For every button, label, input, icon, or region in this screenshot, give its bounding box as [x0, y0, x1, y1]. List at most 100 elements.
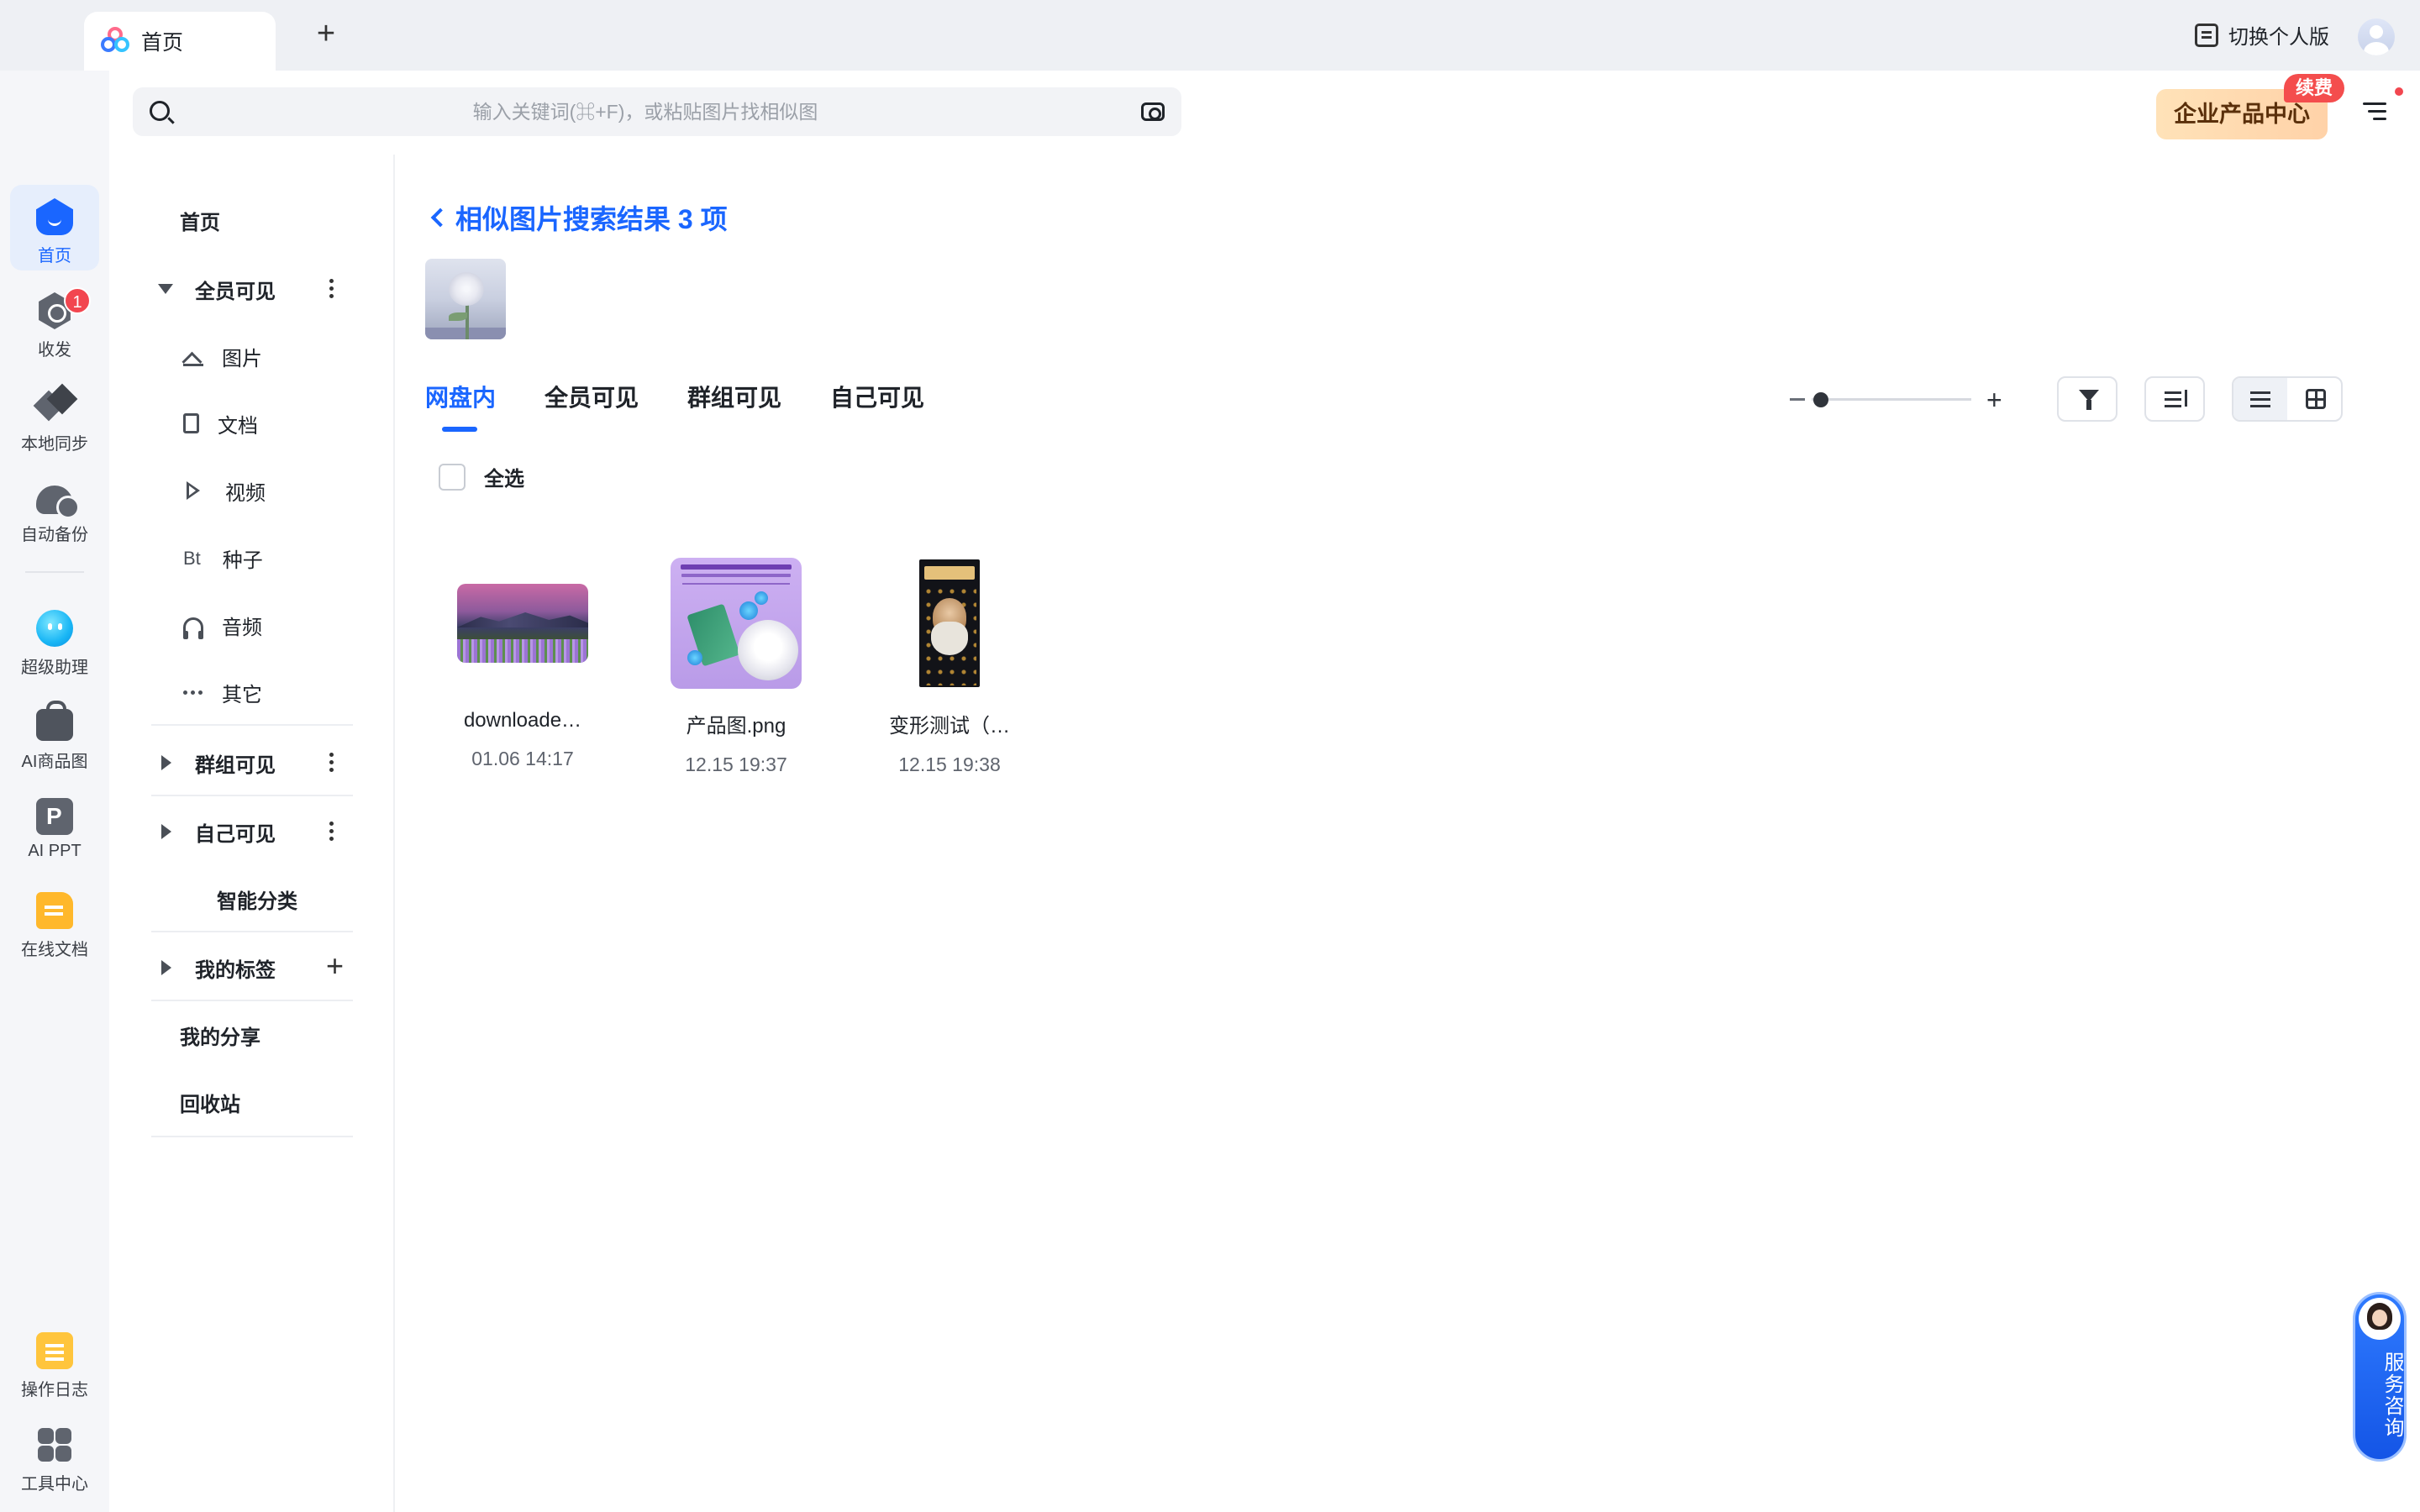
tab-in-drive[interactable]: 网盘内 — [425, 380, 496, 432]
filter-icon — [2079, 390, 2099, 410]
search-icon[interactable] — [150, 101, 170, 121]
assistant-icon — [36, 610, 73, 647]
sort-icon — [2165, 390, 2187, 407]
file-card[interactable]: downloade… 01.06 14:17 — [430, 556, 615, 770]
user-avatar[interactable] — [2358, 18, 2395, 55]
rail-item-ai-product[interactable]: AI商品图 — [10, 690, 99, 776]
audio-icon — [183, 617, 203, 639]
caret-right-icon[interactable] — [161, 960, 171, 975]
tree-item-smart-category[interactable]: 智能分类 — [217, 882, 297, 916]
filter-button[interactable] — [2057, 376, 2118, 422]
tree-divider — [151, 724, 353, 726]
tree-item-label: 音频 — [222, 616, 262, 639]
renew-badge[interactable]: 续费 — [2284, 74, 2344, 102]
rail-label: AI PPT — [28, 842, 82, 860]
rail-item-home[interactable]: 首页 — [10, 185, 99, 270]
product-image-thumbnail — [671, 558, 802, 689]
tree-item-group-visible[interactable]: 群组可见 — [151, 746, 276, 780]
file-card[interactable]: 变形测试（… 12.15 19:38 — [857, 556, 1042, 776]
caret-right-icon[interactable] — [161, 755, 171, 770]
file-card[interactable]: 产品图.png 12.15 19:37 — [644, 556, 829, 776]
backup-icon — [36, 486, 80, 519]
service-consult-button[interactable]: 服务咨询 — [2353, 1292, 2407, 1462]
tree-item-recycle-bin[interactable]: 回收站 — [180, 1085, 240, 1119]
rail-item-transfer[interactable]: 1 收发 — [10, 279, 99, 365]
tab-all-visible[interactable]: 全员可见 — [544, 380, 639, 432]
rail-item-ai-ppt[interactable]: AI PPT — [10, 785, 99, 870]
file-thumbnail[interactable] — [430, 556, 615, 690]
zoom-out-icon[interactable] — [1790, 398, 1805, 401]
switch-icon — [2195, 23, 2218, 47]
landscape-image-thumbnail — [457, 584, 588, 663]
tree-item-label: 种子 — [222, 549, 263, 572]
tree-item-label: 视频 — [225, 481, 266, 505]
result-header[interactable]: 相似图片搜索结果 3 项 — [427, 198, 728, 237]
rail-label: 自动备份 — [21, 526, 88, 544]
rail-item-operation-log[interactable]: 操作日志 — [10, 1319, 99, 1404]
rail-item-auto-backup[interactable]: 自动备份 — [10, 467, 99, 553]
zoom-slider[interactable] — [1812, 398, 1971, 401]
query-image-thumbnail[interactable] — [425, 259, 506, 339]
tree-item-all-visible[interactable]: 全员可见 — [151, 272, 276, 306]
chevron-left-icon[interactable] — [430, 207, 450, 228]
page-title: 相似图片搜索结果 3 项 — [455, 204, 728, 234]
online-doc-icon — [36, 892, 73, 929]
caret-down-icon[interactable] — [158, 284, 173, 294]
tree-item-other[interactable]: 其它 — [183, 675, 262, 709]
file-name: 产品图.png — [686, 715, 786, 738]
select-all-checkbox[interactable] — [439, 463, 466, 491]
top-tab-bar: 首页 + 切换个人版 — [0, 0, 2420, 71]
rail-item-super-assistant[interactable]: 超级助理 — [10, 596, 99, 682]
add-tag-button[interactable]: + — [326, 949, 344, 983]
rail-label: 在线文档 — [21, 941, 88, 959]
tree-item-documents[interactable]: 文档 — [183, 407, 258, 440]
tree-item-label: 我的标签 — [195, 958, 276, 982]
app-logo-icon — [101, 27, 129, 55]
tree-item-label: 群组可见 — [195, 753, 276, 777]
rail-item-tools[interactable]: 工具中心 — [10, 1413, 99, 1499]
more-vert-icon[interactable] — [329, 822, 334, 842]
tab-self-visible[interactable]: 自己可见 — [830, 380, 924, 432]
camera-icon[interactable] — [1141, 102, 1165, 121]
tree-item-self-visible[interactable]: 自己可见 — [151, 815, 276, 848]
more-vert-icon[interactable] — [329, 753, 334, 773]
menu-notification-dot — [2395, 87, 2403, 96]
tree-divider — [151, 931, 353, 932]
document-icon — [183, 413, 199, 433]
tree-item-my-tags[interactable]: 我的标签 — [151, 951, 276, 984]
file-thumbnail[interactable] — [857, 556, 1042, 690]
file-name: downloade… — [463, 709, 582, 732]
switch-personal-button[interactable]: 切换个人版 — [2195, 20, 2329, 50]
rail-item-online-doc[interactable]: 在线文档 — [10, 879, 99, 964]
tab-group-visible[interactable]: 群组可见 — [687, 380, 781, 432]
folder-tree: 首页 全员可见 图片 文档 视频 Bt 种子 音频 其它 群组可见 自己可见 智… — [109, 155, 395, 1512]
tree-item-audio[interactable]: 音频 — [183, 608, 262, 642]
more-vert-icon[interactable] — [329, 279, 334, 299]
ai-product-icon — [36, 701, 73, 741]
tab-home[interactable]: 首页 — [84, 12, 276, 71]
tools-icon — [36, 1426, 73, 1463]
tree-item-my-share[interactable]: 我的分享 — [180, 1018, 260, 1052]
tab-label: 首页 — [141, 31, 184, 55]
rail-label: 本地同步 — [21, 435, 88, 454]
tree-divider — [151, 795, 353, 796]
sort-button[interactable] — [2144, 376, 2205, 422]
tree-item-label: 其它 — [222, 683, 262, 706]
zoom-slider-handle[interactable] — [1813, 392, 1828, 407]
tree-item-videos[interactable]: 视频 — [187, 474, 266, 507]
zoom-in-icon[interactable]: + — [1986, 386, 2002, 413]
search-input[interactable] — [183, 87, 1107, 136]
list-view-icon[interactable] — [2233, 378, 2287, 420]
menu-icon[interactable] — [2363, 102, 2386, 121]
grid-view-icon[interactable] — [2289, 378, 2341, 420]
rail-item-local-sync[interactable]: 本地同步 — [10, 373, 99, 459]
new-tab-button[interactable]: + — [309, 17, 343, 50]
caret-right-icon[interactable] — [161, 824, 171, 839]
select-all-row[interactable]: 全选 — [439, 462, 524, 491]
tree-item-home[interactable]: 首页 — [180, 203, 220, 237]
file-thumbnail[interactable] — [644, 556, 829, 690]
tree-item-images[interactable]: 图片 — [183, 339, 262, 373]
tree-divider — [151, 1136, 353, 1137]
tree-item-torrents[interactable]: Bt 种子 — [183, 541, 263, 575]
left-icon-rail: 首页 1 收发 本地同步 自动备份 超级助理 AI商品图 AI PPT 在线文档… — [0, 71, 109, 1512]
